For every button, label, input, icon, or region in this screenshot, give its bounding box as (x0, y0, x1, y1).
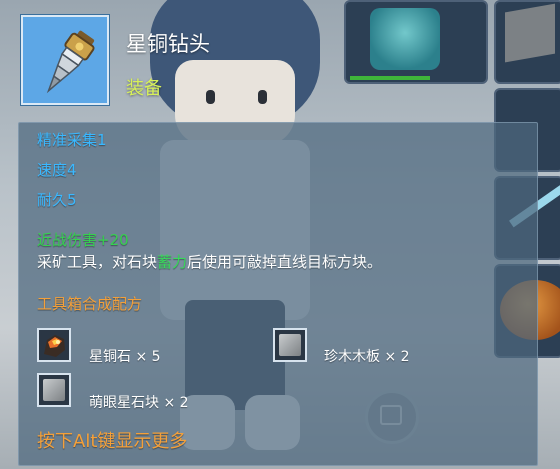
stat-durability: 耐久5 (37, 191, 77, 209)
stat-accurate-gather: 精准采集1 (37, 131, 107, 149)
item-description: 采矿工具，对石块蓄力后使用可敲掉直线目标方块。 (37, 251, 382, 272)
drill-icon (46, 30, 95, 94)
description-text-end: 后使用可敲掉直线目标方块。 (187, 253, 383, 271)
item-name: 星铜钻头 (126, 32, 210, 56)
description-highlight: 蓄力 (157, 253, 188, 271)
ingredient-label: 萌眼星石块 × 2 (89, 395, 189, 411)
rare-wood-plank-icon (273, 328, 307, 362)
alt-key-hint: 按下Alt键显示更多 (37, 431, 188, 452)
item-type: 装备 (126, 78, 162, 99)
item-icon-frame (21, 15, 109, 105)
item-tooltip: 星铜钻头 装备 精准采集1 速度4 耐久5 近战伤害+20 采矿工具，对石块蓄力… (18, 12, 538, 466)
item-details-panel: 精准采集1 速度4 耐久5 近战伤害+20 采矿工具，对石块蓄力后使用可敲掉直线… (18, 122, 538, 466)
star-stone-block-icon (37, 373, 71, 407)
melee-damage: 近战伤害+20 (37, 231, 129, 249)
stat-speed: 速度4 (37, 161, 77, 179)
recipe-title: 工具箱合成配方 (37, 295, 143, 313)
ingredient-label: 星铜石 × 5 (89, 349, 161, 365)
ingredient-label: 珍木木板 × 2 (324, 349, 410, 365)
star-copper-ore-icon (37, 328, 71, 362)
description-text: 采矿工具，对石块 (37, 253, 158, 271)
